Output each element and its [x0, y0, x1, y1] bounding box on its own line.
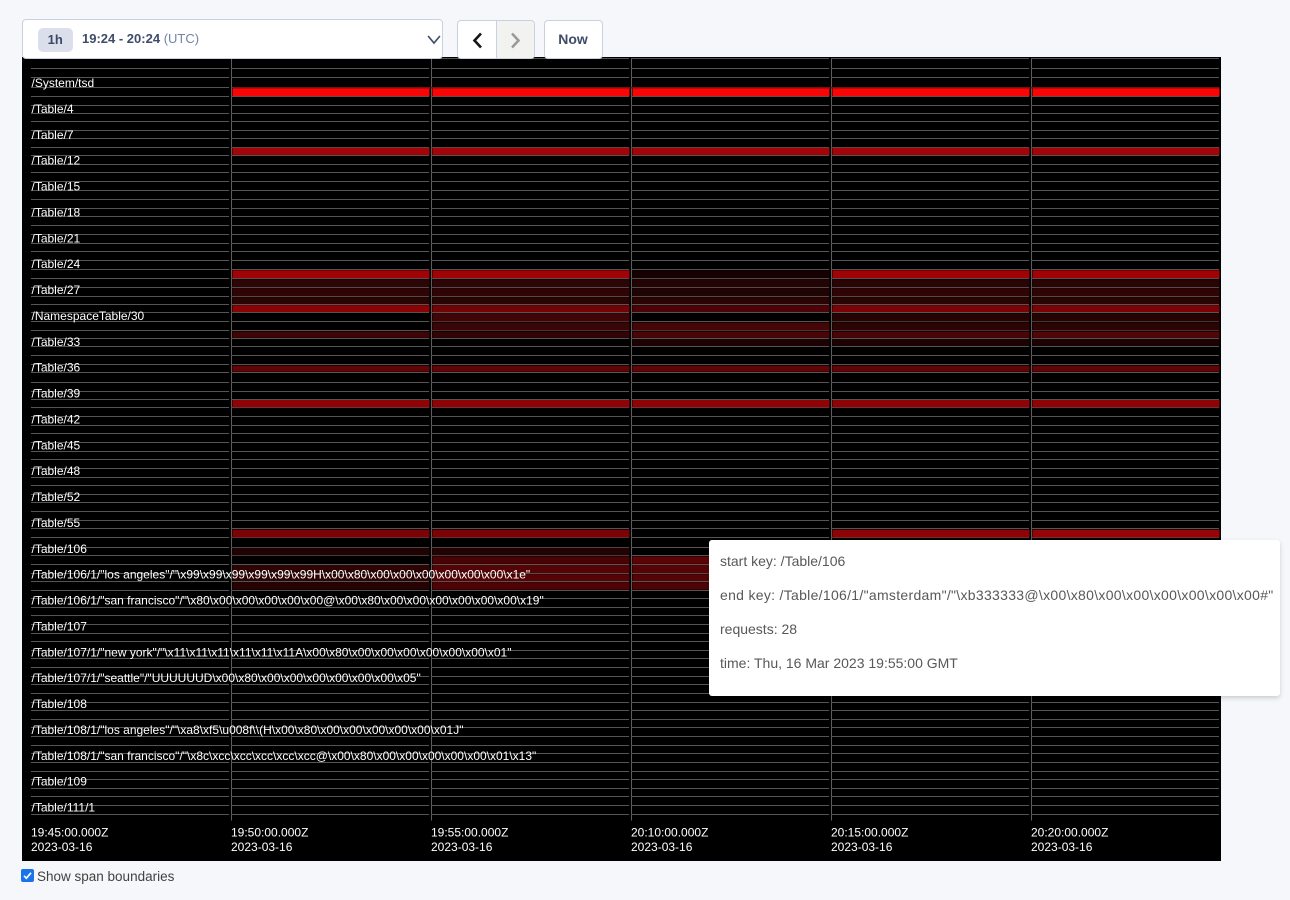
svg-text:/Table/12: /Table/12 [32, 154, 81, 168]
svg-text:/System/tsd: /System/tsd [32, 76, 95, 90]
svg-text:/Table/39: /Table/39 [32, 387, 81, 401]
svg-text:19:45:00.000Z: 19:45:00.000Z [31, 826, 108, 840]
svg-text:2023-03-16: 2023-03-16 [31, 840, 93, 854]
svg-text:/Table/45: /Table/45 [32, 438, 81, 452]
svg-text:/Table/55: /Table/55 [32, 516, 81, 530]
svg-text:2023-03-16: 2023-03-16 [231, 840, 293, 854]
svg-text:/Table/7: /Table/7 [32, 128, 74, 142]
svg-text:19:55:00.000Z: 19:55:00.000Z [431, 826, 508, 840]
svg-text:/Table/33: /Table/33 [32, 335, 81, 349]
svg-text:2023-03-16: 2023-03-16 [431, 840, 493, 854]
svg-text:/Table/107/1/"new york"/"\x11\: /Table/107/1/"new york"/"\x11\x11\x11\x1… [32, 645, 512, 659]
svg-text:20:15:00.000Z: 20:15:00.000Z [831, 826, 908, 840]
svg-text:/Table/108/1/"san francisco"/": /Table/108/1/"san francisco"/"\x8c\xcc\x… [32, 749, 537, 763]
svg-text:/Table/109: /Table/109 [32, 775, 88, 789]
svg-text:2023-03-16: 2023-03-16 [1031, 840, 1093, 854]
svg-text:/Table/15: /Table/15 [32, 180, 81, 194]
svg-text:2023-03-16: 2023-03-16 [831, 840, 893, 854]
svg-text:/Table/108/1/"los angeles"/"\x: /Table/108/1/"los angeles"/"\xa8\xf5\u00… [32, 723, 464, 737]
svg-text:/NamespaceTable/30: /NamespaceTable/30 [32, 309, 145, 323]
svg-text:/Table/42: /Table/42 [32, 412, 81, 426]
svg-text:/Table/106: /Table/106 [32, 542, 88, 556]
svg-text:/Table/21: /Table/21 [32, 231, 81, 245]
svg-text:/Table/18: /Table/18 [32, 205, 81, 219]
svg-text:/Table/24: /Table/24 [32, 257, 81, 271]
svg-text:/Table/106/1/"los angeles"/"\x: /Table/106/1/"los angeles"/"\x99\x99\x99… [32, 568, 531, 582]
svg-text:20:10:00.000Z: 20:10:00.000Z [631, 826, 708, 840]
svg-text:2023-03-16: 2023-03-16 [631, 840, 693, 854]
svg-text:/Table/107: /Table/107 [32, 619, 88, 633]
svg-text:/Table/107/1/"seattle"/"UUUUUU: /Table/107/1/"seattle"/"UUUUUUD\x00\x80\… [32, 671, 421, 685]
svg-text:/Table/36: /Table/36 [32, 361, 81, 375]
svg-text:/Table/111/1: /Table/111/1 [32, 801, 96, 815]
svg-text:/Table/48: /Table/48 [32, 464, 81, 478]
svg-text:/Table/27: /Table/27 [32, 283, 81, 297]
svg-text:20:20:00.000Z: 20:20:00.000Z [1031, 826, 1108, 840]
svg-text:/Table/106/1/"san francisco"/": /Table/106/1/"san francisco"/"\x80\x00\x… [32, 594, 544, 608]
svg-text:/Table/108: /Table/108 [32, 697, 88, 711]
svg-text:/Table/4: /Table/4 [32, 102, 74, 116]
svg-text:19:50:00.000Z: 19:50:00.000Z [231, 826, 308, 840]
svg-text:/Table/52: /Table/52 [32, 490, 81, 504]
